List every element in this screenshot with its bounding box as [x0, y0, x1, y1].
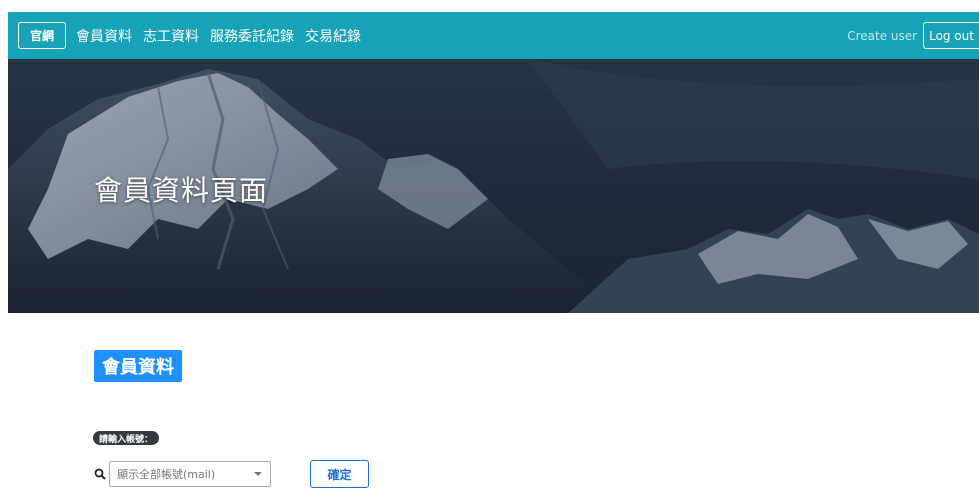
hero-title: 會員資料頁面 — [94, 174, 269, 207]
nav-links: 會員資料 志工資料 服務委託紀錄 交易紀錄 — [76, 26, 372, 46]
nav-link-transaction-records[interactable]: 交易紀錄 — [305, 26, 361, 46]
top-navbar: 官網 會員資料 志工資料 服務委託紀錄 交易紀錄 Create user Log… — [8, 12, 979, 59]
account-select-value: 顯示全部帳號(mail) — [117, 468, 216, 481]
brand-button[interactable]: 官網 — [18, 22, 67, 49]
search-icon — [94, 468, 106, 480]
hero-banner: 會員資料頁面 — [8, 59, 979, 313]
search-row: 顯示全部帳號(mail) 確定 — [94, 460, 369, 488]
nav-link-member-data[interactable]: 會員資料 — [76, 26, 132, 46]
section-title: 會員資料 — [94, 350, 182, 382]
create-user-link[interactable]: Create user — [847, 29, 917, 43]
nav-link-service-records[interactable]: 服務委託紀錄 — [210, 26, 294, 46]
chevron-down-icon — [254, 472, 262, 476]
page: 官網 會員資料 志工資料 服務委託紀錄 交易紀錄 Create user Log… — [0, 0, 979, 490]
nav-link-volunteer-data[interactable]: 志工資料 — [143, 26, 199, 46]
confirm-button[interactable]: 確定 — [310, 460, 369, 488]
account-prompt-label: 請輸入帳號： — [93, 431, 160, 445]
logout-button[interactable]: Log out — [923, 22, 979, 49]
account-select[interactable]: 顯示全部帳號(mail) — [109, 461, 271, 487]
nav-right: Create user Log out — [847, 12, 979, 59]
